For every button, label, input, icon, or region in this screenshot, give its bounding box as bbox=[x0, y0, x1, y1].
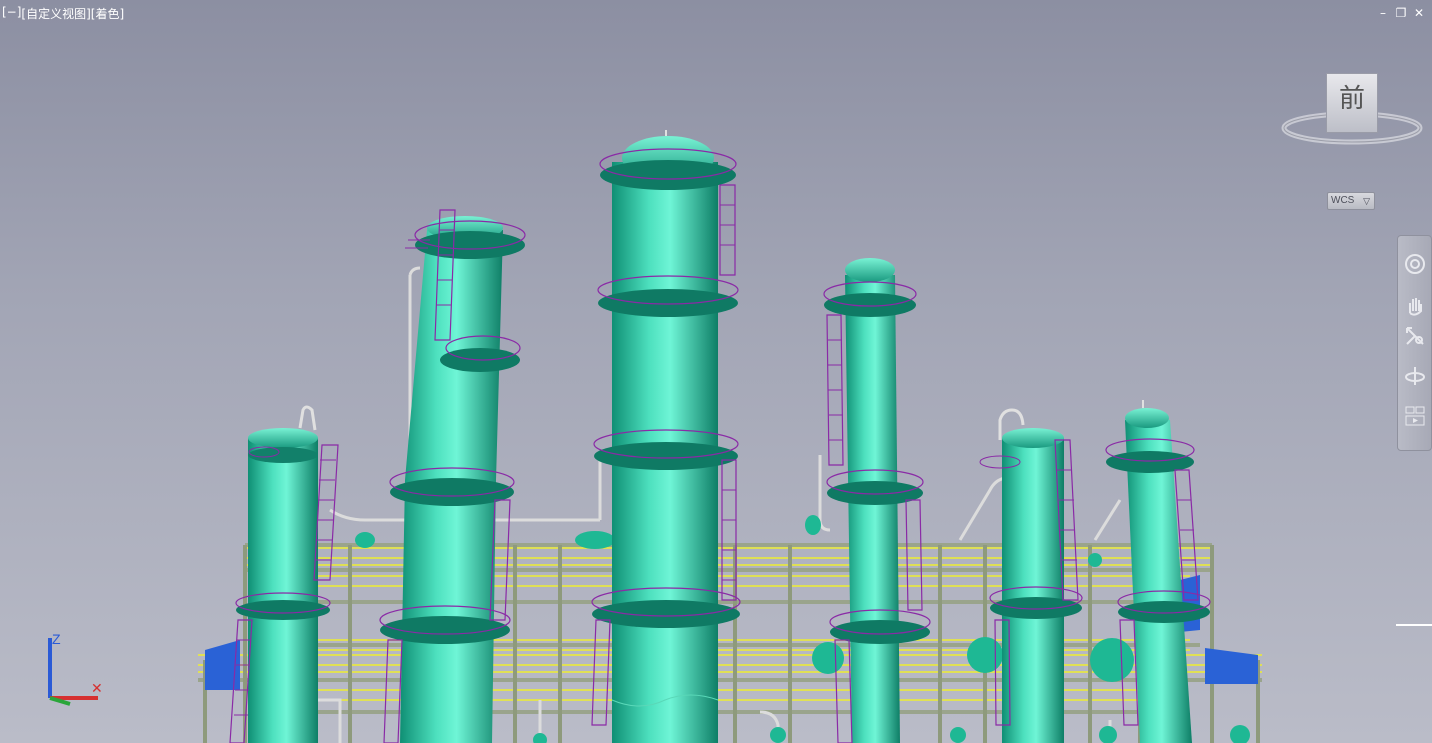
column-tower-2[interactable] bbox=[379, 209, 526, 743]
wcs-label: WCS bbox=[1331, 195, 1355, 206]
view-name-menu[interactable]: [自定义视图] bbox=[21, 5, 90, 22]
viewport-label: [−] [自定义视图] [着色] bbox=[2, 5, 124, 22]
restore-button[interactable]: ❐ bbox=[1394, 6, 1408, 20]
viewcube-front-face[interactable]: 前 bbox=[1326, 73, 1378, 133]
zoom-extents-icon[interactable] bbox=[1401, 322, 1428, 349]
column-tower-4[interactable] bbox=[823, 258, 931, 743]
minimize-button[interactable]: – bbox=[1376, 6, 1390, 20]
showmotion-icon[interactable] bbox=[1401, 402, 1428, 429]
close-button[interactable]: ✕ bbox=[1412, 6, 1426, 20]
pan-icon[interactable] bbox=[1401, 292, 1428, 319]
viewcube[interactable]: 前 bbox=[1278, 70, 1426, 152]
ucs-icon: Z ✕ bbox=[40, 630, 120, 710]
visual-style-menu[interactable]: [着色] bbox=[91, 5, 124, 22]
viewport-window-controls: – ❐ ✕ bbox=[1376, 6, 1426, 20]
column-tower-3[interactable] bbox=[591, 130, 741, 743]
ucs-x-marker: ✕ bbox=[91, 680, 103, 696]
ucs-z-label: Z bbox=[52, 631, 61, 647]
chevron-down-icon: ▽ bbox=[1363, 196, 1370, 206]
viewport-controls-menu[interactable]: [−] bbox=[2, 5, 21, 22]
pipe-rack-structure bbox=[198, 266, 1262, 743]
orbit-icon[interactable] bbox=[1401, 362, 1428, 389]
wcs-menu[interactable]: WCS ▽ bbox=[1327, 192, 1375, 210]
model-viewport[interactable] bbox=[0, 0, 1432, 743]
viewport-edge-marker bbox=[1396, 624, 1432, 626]
navigation-bar bbox=[1397, 235, 1432, 451]
steering-wheel-icon[interactable] bbox=[1401, 250, 1428, 277]
